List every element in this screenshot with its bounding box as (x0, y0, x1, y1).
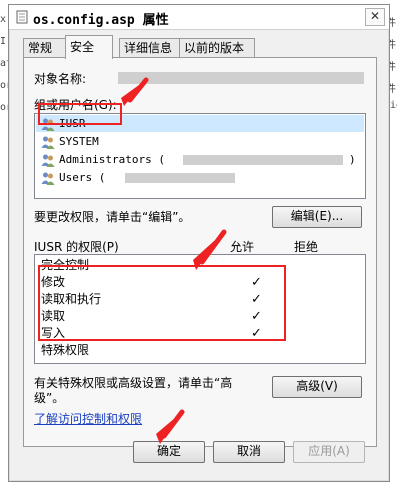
tab-label: 安全 (70, 40, 95, 54)
annotation-arrows (121, 77, 227, 444)
tab-security[interactable]: 安全 (65, 35, 113, 59)
